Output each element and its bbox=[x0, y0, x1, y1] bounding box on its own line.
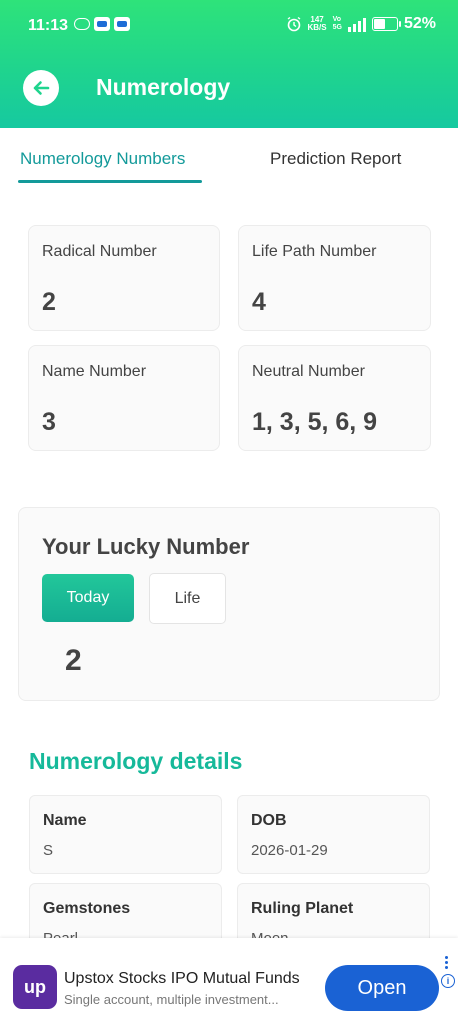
lucky-today-button[interactable]: Today bbox=[42, 574, 134, 622]
card-label: Life Path Number bbox=[252, 243, 377, 260]
lucky-number-value: 2 bbox=[65, 644, 82, 677]
card-value: 4 bbox=[252, 288, 266, 316]
ad-title[interactable]: Upstox Stocks IPO Mutual Funds bbox=[64, 970, 300, 988]
upstox-logo[interactable]: up bbox=[13, 965, 57, 1009]
more-options-icon[interactable] bbox=[445, 956, 449, 969]
card-label: Radical Number bbox=[42, 243, 157, 260]
detail-value: 2026-01-29 bbox=[251, 842, 328, 859]
app-header: 11:13 147 KB/S Vo 5G 52% Numerology bbox=[0, 0, 458, 128]
numerology-details-title: Numerology details bbox=[29, 748, 243, 774]
ad-open-button[interactable]: Open bbox=[325, 965, 439, 1011]
life-path-number-card: Life Path Number 4 bbox=[238, 225, 431, 331]
card-value: 1, 3, 5, 6, 9 bbox=[252, 408, 378, 436]
status-notification-icons bbox=[74, 17, 130, 31]
tab-prediction-report[interactable]: Prediction Report bbox=[270, 149, 401, 169]
status-time: 11:13 bbox=[28, 17, 69, 34]
detail-label: Name bbox=[43, 812, 87, 829]
volte-bottom: 5G bbox=[332, 24, 342, 31]
detail-name-card: Name S bbox=[29, 795, 222, 874]
battery-level bbox=[373, 19, 385, 29]
network-speed: 147 KB/S bbox=[308, 16, 327, 32]
card-value: 3 bbox=[42, 408, 56, 436]
card-label: Neutral Number bbox=[252, 363, 365, 380]
alarm-icon bbox=[287, 16, 300, 32]
app-icon bbox=[114, 17, 130, 31]
back-button[interactable] bbox=[23, 70, 59, 106]
lucky-number-title: Your Lucky Number bbox=[42, 534, 250, 559]
status-bar: 11:13 147 KB/S Vo 5G 52% bbox=[0, 0, 458, 52]
active-tab-indicator bbox=[18, 180, 202, 183]
arrow-left-icon bbox=[33, 81, 50, 95]
tab-numerology-numbers[interactable]: Numerology Numbers bbox=[20, 149, 185, 169]
detail-label: Ruling Planet bbox=[251, 900, 354, 917]
battery-charging-icon bbox=[371, 17, 401, 31]
detail-label: Gemstones bbox=[43, 900, 131, 917]
detail-label: DOB bbox=[251, 812, 287, 829]
neutral-number-card: Neutral Number 1, 3, 5, 6, 9 bbox=[238, 345, 431, 451]
page-title: Numerology bbox=[96, 74, 231, 100]
volte-top: Vo bbox=[332, 16, 342, 23]
group-icon bbox=[74, 18, 90, 30]
radical-number-card: Radical Number 2 bbox=[28, 225, 220, 331]
detail-dob-card: DOB 2026-01-29 bbox=[237, 795, 430, 874]
status-system-icons: 147 KB/S Vo 5G 52% bbox=[286, 15, 436, 33]
detail-value: S bbox=[43, 842, 54, 859]
tab-bar: Numerology Numbers Prediction Report bbox=[0, 128, 458, 186]
card-label: Name Number bbox=[42, 363, 147, 380]
volte-indicator: Vo 5G bbox=[333, 16, 342, 32]
battery-percent: 52% bbox=[403, 15, 436, 32]
ad-info-icon[interactable]: i bbox=[441, 974, 455, 988]
app-icon bbox=[94, 17, 110, 31]
ad-subtitle: Single account, multiple investment... bbox=[64, 992, 279, 1007]
lucky-life-button[interactable]: Life bbox=[149, 573, 226, 624]
name-number-card: Name Number 3 bbox=[28, 345, 220, 451]
signal-icon bbox=[347, 16, 366, 32]
network-speed-unit: KB/S bbox=[307, 23, 327, 32]
lucky-number-card: Your Lucky Number Today Life 2 bbox=[18, 507, 440, 701]
card-value: 2 bbox=[42, 288, 56, 316]
